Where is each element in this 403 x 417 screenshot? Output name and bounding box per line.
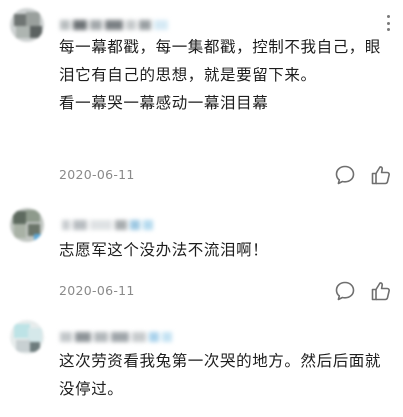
avatar[interactable]	[10, 320, 44, 354]
comment-text: 每一幕都戳，每一集都戳，控制不我自己，眼泪它有自己的思想，就是要留下来。 看一幕…	[59, 33, 397, 117]
comment-paragraph: 每一幕都戳，每一集都戳，控制不我自己，眼泪它有自己的思想，就是要留下来。	[59, 38, 382, 84]
comment-date: 2020-06-11	[59, 167, 135, 182]
comment-paragraph: 这次劳资看我兔第一次哭的地方。然后后面就没停过。	[59, 352, 382, 398]
like-button[interactable]	[369, 279, 393, 303]
like-button[interactable]	[369, 163, 393, 187]
reply-button[interactable]	[333, 163, 357, 187]
comment-text: 这次劳资看我兔第一次哭的地方。然后后面就没停过。	[59, 347, 397, 403]
reply-button[interactable]	[333, 279, 357, 303]
comment-paragraph: 志愿军这个没办法不流泪啊！	[59, 241, 269, 259]
more-vertical-icon	[386, 15, 390, 18]
username-blurred[interactable]	[62, 214, 156, 230]
comment-meta: 2020-06-11	[59, 279, 403, 303]
comment-bubble-icon	[335, 165, 355, 185]
comment-feed: 每一幕都戳，每一集都戳，控制不我自己，眼泪它有自己的思想，就是要留下来。 看一幕…	[0, 0, 403, 417]
thumbs-up-icon	[371, 282, 390, 301]
avatar[interactable]	[10, 8, 44, 42]
thumbs-up-icon	[371, 166, 390, 185]
comment-date: 2020-06-11	[59, 283, 135, 298]
comment-bubble-icon	[335, 281, 355, 301]
comment-meta: 2020-06-11	[59, 163, 403, 187]
avatar[interactable]	[10, 208, 44, 242]
username-blurred[interactable]	[60, 14, 171, 30]
comment-paragraph: 看一幕哭一幕感动一幕泪目幕	[59, 94, 269, 112]
more-options-button[interactable]	[381, 12, 395, 34]
username-blurred[interactable]	[60, 326, 175, 342]
comment-text: 志愿军这个没办法不流泪啊！	[59, 236, 397, 264]
